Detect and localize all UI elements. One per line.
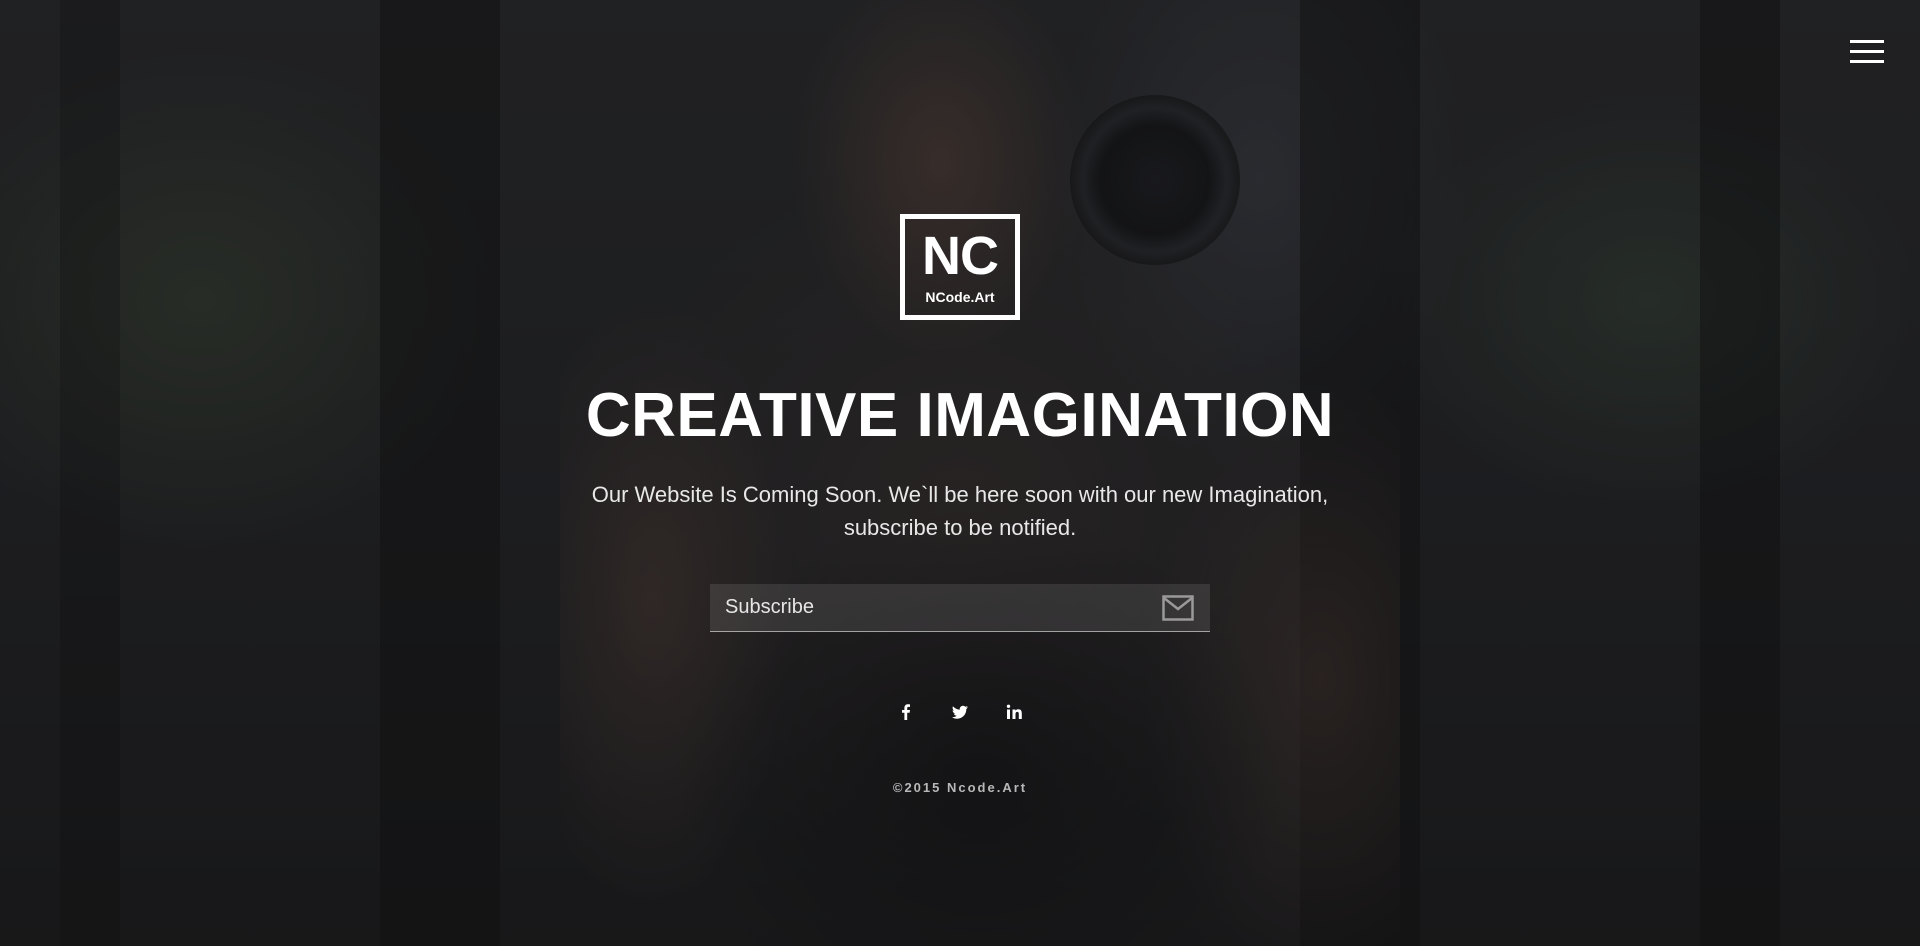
envelope-icon[interactable] — [1162, 595, 1194, 621]
logo-name: NCode.Art — [925, 289, 995, 305]
logo-mark: NC — [922, 226, 999, 286]
background-photo — [0, 0, 1920, 946]
facebook-icon[interactable] — [894, 700, 918, 724]
tagline: Our Website Is Coming Soon. We`ll be her… — [591, 482, 1329, 540]
twitter-icon[interactable] — [948, 700, 972, 724]
logo[interactable]: NC NCode.Art — [900, 214, 1020, 320]
subscribe-form — [710, 584, 1210, 632]
hamburger-menu-icon[interactable] — [1850, 38, 1884, 66]
linkedin-icon[interactable] — [1002, 700, 1026, 724]
headline: CREATIVE IMAGINATION — [585, 381, 1335, 450]
social-links — [0, 700, 1920, 724]
copyright: ©2015 Ncode.Art — [892, 780, 1028, 795]
subscribe-input[interactable] — [710, 584, 1140, 630]
